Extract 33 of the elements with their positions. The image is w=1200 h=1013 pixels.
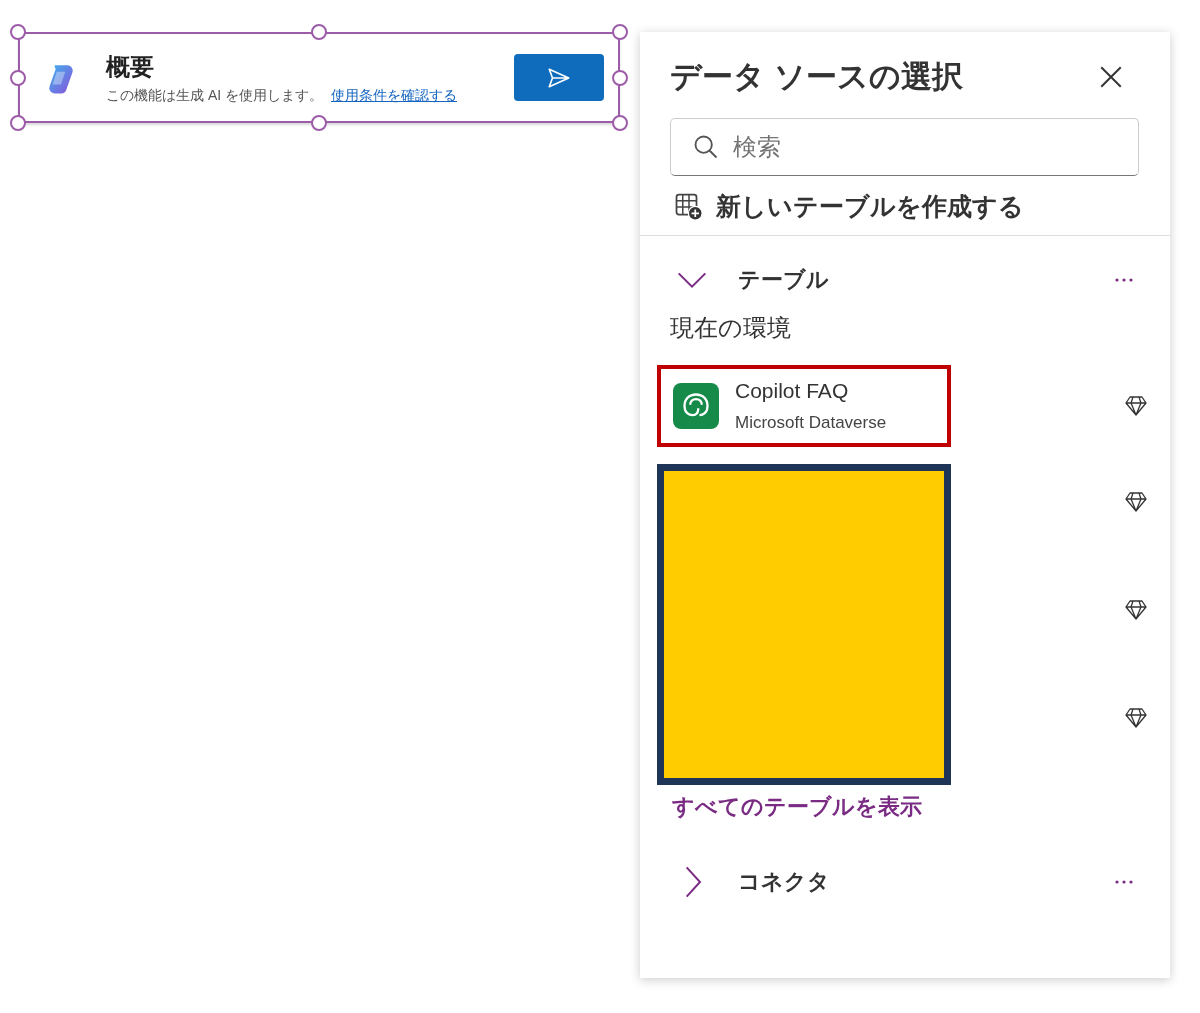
resize-handle[interactable] [311,24,327,40]
table-source: Microsoft Dataverse [735,413,887,433]
show-all-tables-link[interactable]: すべてのテーブルを表示 [672,792,922,822]
send-button[interactable] [514,54,604,101]
table-name: Copilot FAQ [735,379,850,403]
summary-card[interactable]: 概要 この機能は生成 AI を使用します。 使用条件を確認する [18,32,620,123]
table-item[interactable]: Copilot FAQ Microsoft Dataverse [657,365,951,447]
card-title: 概要 [106,51,155,82]
card-description: この機能は生成 AI を使用します。 [106,86,323,105]
group-label: 現在の環境 [669,313,792,343]
resize-handle[interactable] [10,115,26,131]
dataverse-icon [673,383,719,429]
resize-handle[interactable] [612,69,628,86]
diamond-icon [1124,490,1148,514]
section-title: コネクタ [738,868,831,896]
diamond-icon [1124,394,1148,418]
resize-handle[interactable] [10,69,26,86]
terms-link[interactable]: 使用条件を確認する [331,86,457,105]
resize-handle[interactable] [612,115,628,131]
new-table-button[interactable]: 新しいテーブルを作成する [640,176,1170,223]
panel-title: データ ソースの選択 [670,58,963,96]
section-title: テーブル [738,266,830,294]
more-options-icon[interactable] [1114,879,1134,885]
resize-handle[interactable] [311,115,327,131]
diamond-icon [1124,598,1148,622]
diamond-icon [1124,706,1148,730]
resize-handle[interactable] [612,24,628,40]
table-add-icon [674,191,704,222]
search-field[interactable]: 検索 [670,118,1139,176]
more-options-icon[interactable] [1114,277,1134,283]
resize-handle[interactable] [10,24,26,40]
search-icon [692,133,720,161]
close-icon[interactable] [1098,64,1124,90]
